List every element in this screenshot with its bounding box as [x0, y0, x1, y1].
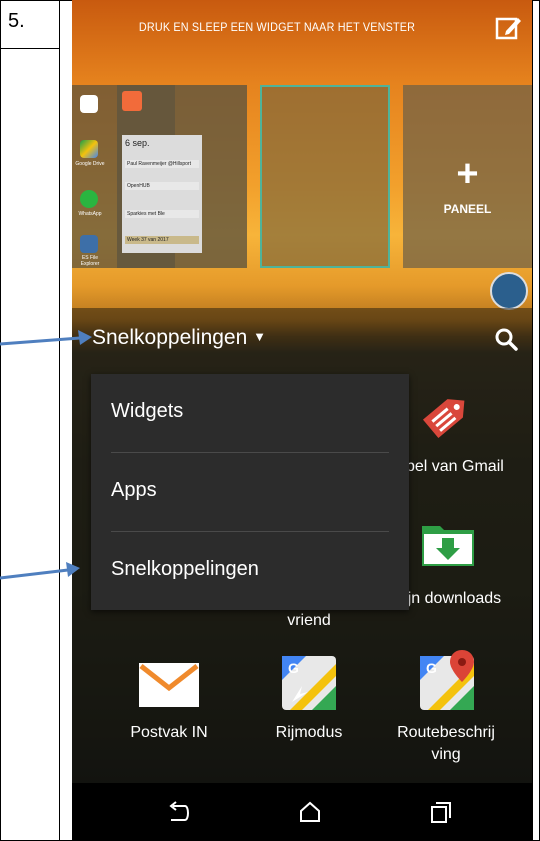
- edit-icon[interactable]: [494, 14, 522, 42]
- home-panel-thumbnail-2[interactable]: 6 sep. Paul Ravenmeijer @Hillsport OpenH…: [117, 85, 247, 268]
- step-number: 5.: [8, 10, 25, 32]
- recent-apps-icon[interactable]: [428, 799, 454, 825]
- svg-text:G: G: [288, 660, 299, 676]
- navigation-bar: [72, 783, 532, 841]
- phone-screenshot: DRUK EN SLEEP EEN WIDGET NAAR HET VENSTE…: [72, 0, 532, 841]
- table-column-divider-right: [532, 0, 533, 841]
- dropdown-option-widgets[interactable]: Widgets: [91, 374, 409, 453]
- file-explorer-icon: [80, 235, 98, 253]
- table-column-divider: [59, 0, 60, 841]
- add-panel-button[interactable]: + PANEEL: [403, 85, 532, 268]
- calendar-day: 6 sep.: [125, 138, 150, 148]
- home-panel-thumbnail-selected[interactable]: [260, 85, 390, 268]
- back-icon[interactable]: [165, 799, 191, 825]
- dropdown-option-label: Apps: [111, 479, 157, 501]
- calendar-widget: 6 sep. Paul Ravenmeijer @Hillsport OpenH…: [122, 90, 202, 262]
- dropdown-option-label: Widgets: [111, 400, 184, 422]
- maps-driving-icon[interactable]: G: [282, 656, 336, 710]
- dropdown-option-shortcuts[interactable]: Snelkoppelingen: [91, 532, 409, 611]
- gmail-label-icon[interactable]: [416, 386, 476, 446]
- svg-text:G: G: [426, 660, 437, 676]
- calendar-entry: Week 37 van 2017: [125, 236, 199, 244]
- category-dropdown-menu: Widgets Apps Snelkoppelingen: [91, 374, 409, 610]
- round-widget-icon[interactable]: [490, 272, 528, 310]
- downloads-folder-icon[interactable]: [420, 520, 476, 568]
- calendar-entry: Sparkies met Ble: [125, 210, 199, 218]
- whatsapp-icon: [80, 190, 98, 208]
- plus-icon: +: [456, 153, 479, 195]
- mini-app-label: WhatsApp: [78, 211, 102, 217]
- search-icon[interactable]: [494, 327, 518, 351]
- maps-directions-icon[interactable]: G: [420, 648, 480, 710]
- calendar-entry: Paul Ravenmeijer @Hillsport: [125, 160, 199, 168]
- category-selector-label: Snelkoppelingen: [92, 326, 248, 349]
- annotation-arrow-selector: [0, 330, 92, 346]
- dropdown-option-label: Snelkoppelingen: [111, 558, 259, 580]
- step-number-cell: 5.: [0, 0, 60, 49]
- app-label-directions[interactable]: Routebeschrij ving: [381, 722, 511, 766]
- mail-envelope-icon[interactable]: [138, 662, 200, 708]
- widget-drag-hint: DRUK EN SLEEP EEN WIDGET NAAR HET VENSTE…: [138, 20, 416, 34]
- app-label-contact[interactable]: vriend: [244, 610, 374, 632]
- mini-app-label: Google Drive: [75, 161, 105, 167]
- annotation-arrow-shortcuts: [0, 562, 80, 580]
- dropdown-option-apps[interactable]: Apps: [91, 453, 409, 532]
- app-label-driving[interactable]: Rijmodus: [244, 722, 374, 744]
- add-panel-label: PANEEL: [443, 202, 492, 216]
- weather-icon: [80, 95, 98, 113]
- calendar-entry: OpenHUB: [125, 182, 199, 190]
- mini-app-label: ES File Explorer: [80, 255, 100, 267]
- google-drive-icon: [80, 140, 98, 158]
- dropdown-caret-icon: ▼: [253, 329, 267, 344]
- app-label-inbox[interactable]: Postvak IN: [104, 722, 234, 744]
- home-icon[interactable]: [297, 799, 323, 825]
- category-selector[interactable]: Snelkoppelingen ▼: [92, 326, 266, 350]
